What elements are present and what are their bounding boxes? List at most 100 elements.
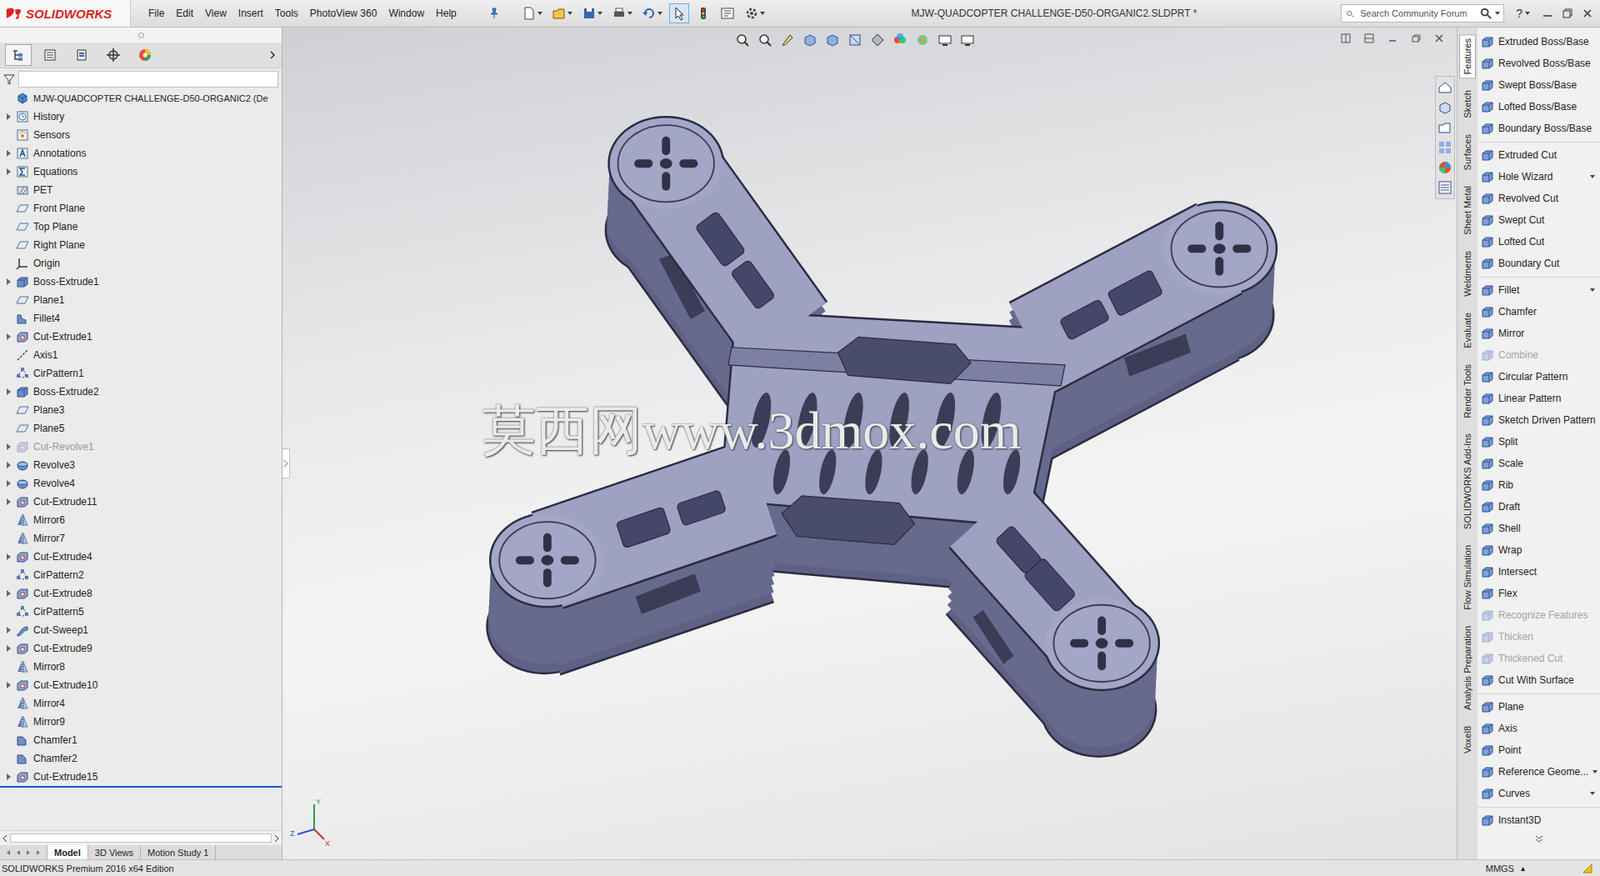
tree-item[interactable]: Mirror4 <box>0 694 282 713</box>
logo[interactable]: SOLIDWORKS <box>0 0 131 27</box>
tree-item[interactable]: Cut-Extrude1 <box>0 327 282 346</box>
command-button[interactable]: Cut With Surface <box>1477 669 1600 691</box>
toolbar-button[interactable] <box>519 3 545 24</box>
filter-icon[interactable] <box>3 73 15 85</box>
panel-tab[interactable] <box>131 44 159 66</box>
view-tool-icon[interactable] <box>937 32 953 48</box>
help-button[interactable]: ? <box>1515 6 1530 20</box>
close-icon[interactable] <box>1433 32 1445 45</box>
tile-horizontal-icon[interactable] <box>1363 32 1375 45</box>
graphics-area[interactable]: 莫西网www.3dmox.com YZX <box>282 27 1457 860</box>
horizontal-scrollbar[interactable] <box>0 830 282 845</box>
toolbar-button[interactable] <box>549 3 575 24</box>
magnifier-icon[interactable] <box>1480 7 1492 20</box>
command-button[interactable]: Swept Cut <box>1477 209 1600 231</box>
toolbar-button[interactable] <box>741 3 768 24</box>
tree-item[interactable]: PET <box>0 180 282 200</box>
tree-item[interactable]: Fillet4 <box>0 309 282 328</box>
tree-item[interactable]: Cut-Extrude8 <box>0 584 282 603</box>
tab-scroll-icon[interactable] <box>35 848 42 857</box>
command-tab[interactable]: Sheet Metal <box>1459 181 1476 240</box>
view-tool-icon[interactable] <box>892 32 908 48</box>
bottom-tab[interactable]: Model <box>46 845 89 860</box>
expander[interactable] <box>3 460 14 470</box>
units-arrow[interactable]: ▴ <box>1520 863 1525 873</box>
tree-item[interactable]: Sensors <box>0 125 282 145</box>
minimize-icon[interactable] <box>1541 7 1554 20</box>
bottom-tab[interactable]: 3D Views <box>88 845 141 860</box>
menu-item[interactable]: Edit <box>170 5 200 22</box>
command-button[interactable]: Fillet <box>1477 279 1600 301</box>
command-tab[interactable]: Render Tools <box>1459 360 1476 423</box>
expander[interactable] <box>3 680 14 690</box>
units-selector[interactable]: MMGS <box>1485 863 1515 874</box>
toolbar-button[interactable] <box>639 3 665 24</box>
tree-item[interactable]: Equations <box>0 162 282 181</box>
command-button[interactable]: Revolved Cut <box>1477 187 1600 210</box>
command-tab[interactable]: Features <box>1459 34 1476 79</box>
tab-scroll-icon[interactable] <box>5 848 12 857</box>
panel-tab[interactable] <box>5 44 32 66</box>
expander[interactable] <box>3 331 14 342</box>
command-tab[interactable]: Flow Simulation <box>1459 540 1476 615</box>
task-pane-icon[interactable] <box>1437 100 1453 115</box>
command-tab[interactable]: Sketch <box>1459 85 1476 123</box>
panel-collapse-handle[interactable] <box>282 448 290 479</box>
command-button[interactable]: Instant3D <box>1477 809 1600 831</box>
command-button[interactable]: Wrap <box>1477 539 1600 561</box>
tree-item[interactable]: Plane5 <box>0 419 282 438</box>
task-pane-icon[interactable] <box>1437 140 1453 155</box>
tree-item[interactable]: Boss-Extrude1 <box>0 272 282 291</box>
expander[interactable] <box>3 588 14 599</box>
command-button[interactable]: Revolved Boss/Base <box>1477 52 1600 75</box>
tab-scroll-icon[interactable] <box>25 848 32 857</box>
command-tab[interactable]: Surfaces <box>1459 130 1476 175</box>
restore-icon[interactable] <box>1410 32 1422 45</box>
dropdown-caret[interactable] <box>1590 791 1595 795</box>
expander[interactable] <box>3 166 14 177</box>
command-button[interactable]: Lofted Cut <box>1477 230 1600 253</box>
expand-more-icon[interactable] <box>1534 834 1545 845</box>
tree-item[interactable]: Chamfer2 <box>0 749 282 768</box>
expander[interactable] <box>3 386 14 397</box>
command-button[interactable]: Swept Boss/Base <box>1477 74 1600 96</box>
dropdown-caret[interactable] <box>1590 288 1595 292</box>
expander[interactable] <box>3 551 14 562</box>
tree-item[interactable]: Mirror8 <box>0 657 282 676</box>
view-tool-icon[interactable] <box>802 32 818 48</box>
close-icon[interactable] <box>1581 7 1594 20</box>
tile-icon[interactable] <box>1340 32 1352 45</box>
command-button[interactable]: Mirror <box>1477 322 1600 345</box>
tree-item[interactable]: Right Plane <box>0 235 282 255</box>
toolbar-button[interactable] <box>669 3 690 24</box>
tree-item[interactable]: Cut-Extrude10 <box>0 675 282 695</box>
command-tab[interactable]: Evaluate <box>1459 308 1476 353</box>
expander[interactable] <box>3 625 14 635</box>
tree-item[interactable]: Mirror7 <box>0 529 282 548</box>
expander[interactable] <box>3 478 14 489</box>
tree-item[interactable]: Cut-Sweep1 <box>0 620 282 640</box>
command-button[interactable]: Axis <box>1477 717 1600 740</box>
panel-tab[interactable] <box>36 44 64 66</box>
command-button[interactable]: Boundary Cut <box>1477 252 1600 275</box>
dropdown-caret[interactable] <box>1590 175 1595 179</box>
panel-tab[interactable] <box>100 44 127 66</box>
tree-item[interactable]: Revolve4 <box>0 474 282 493</box>
tree-item[interactable]: Front Plane <box>0 199 282 218</box>
command-button[interactable]: Sketch Driven Pattern <box>1477 409 1600 431</box>
dropdown-caret[interactable] <box>1592 770 1598 774</box>
view-tool-icon[interactable] <box>847 32 863 48</box>
tree-item[interactable]: MJW-QUADCOPTER CHALLENGE-D50-ORGANIC2 (D… <box>0 89 282 108</box>
tree-item[interactable]: Plane3 <box>0 400 282 420</box>
command-button[interactable]: Lofted Boss/Base <box>1477 95 1600 118</box>
command-button[interactable]: Plane <box>1477 695 1600 718</box>
tree-item[interactable]: Chamfer1 <box>0 730 282 750</box>
task-pane-icon[interactable] <box>1437 80 1453 95</box>
command-button[interactable]: Split <box>1477 430 1600 453</box>
command-tab[interactable]: Analysis Preparation <box>1459 621 1476 715</box>
menu-item[interactable]: Window <box>382 5 430 22</box>
panel-tab[interactable] <box>68 44 95 66</box>
expander[interactable] <box>3 643 14 654</box>
tree-item[interactable]: Cut-Extrude9 <box>0 639 282 658</box>
command-button[interactable]: Linear Pattern <box>1477 387 1600 410</box>
